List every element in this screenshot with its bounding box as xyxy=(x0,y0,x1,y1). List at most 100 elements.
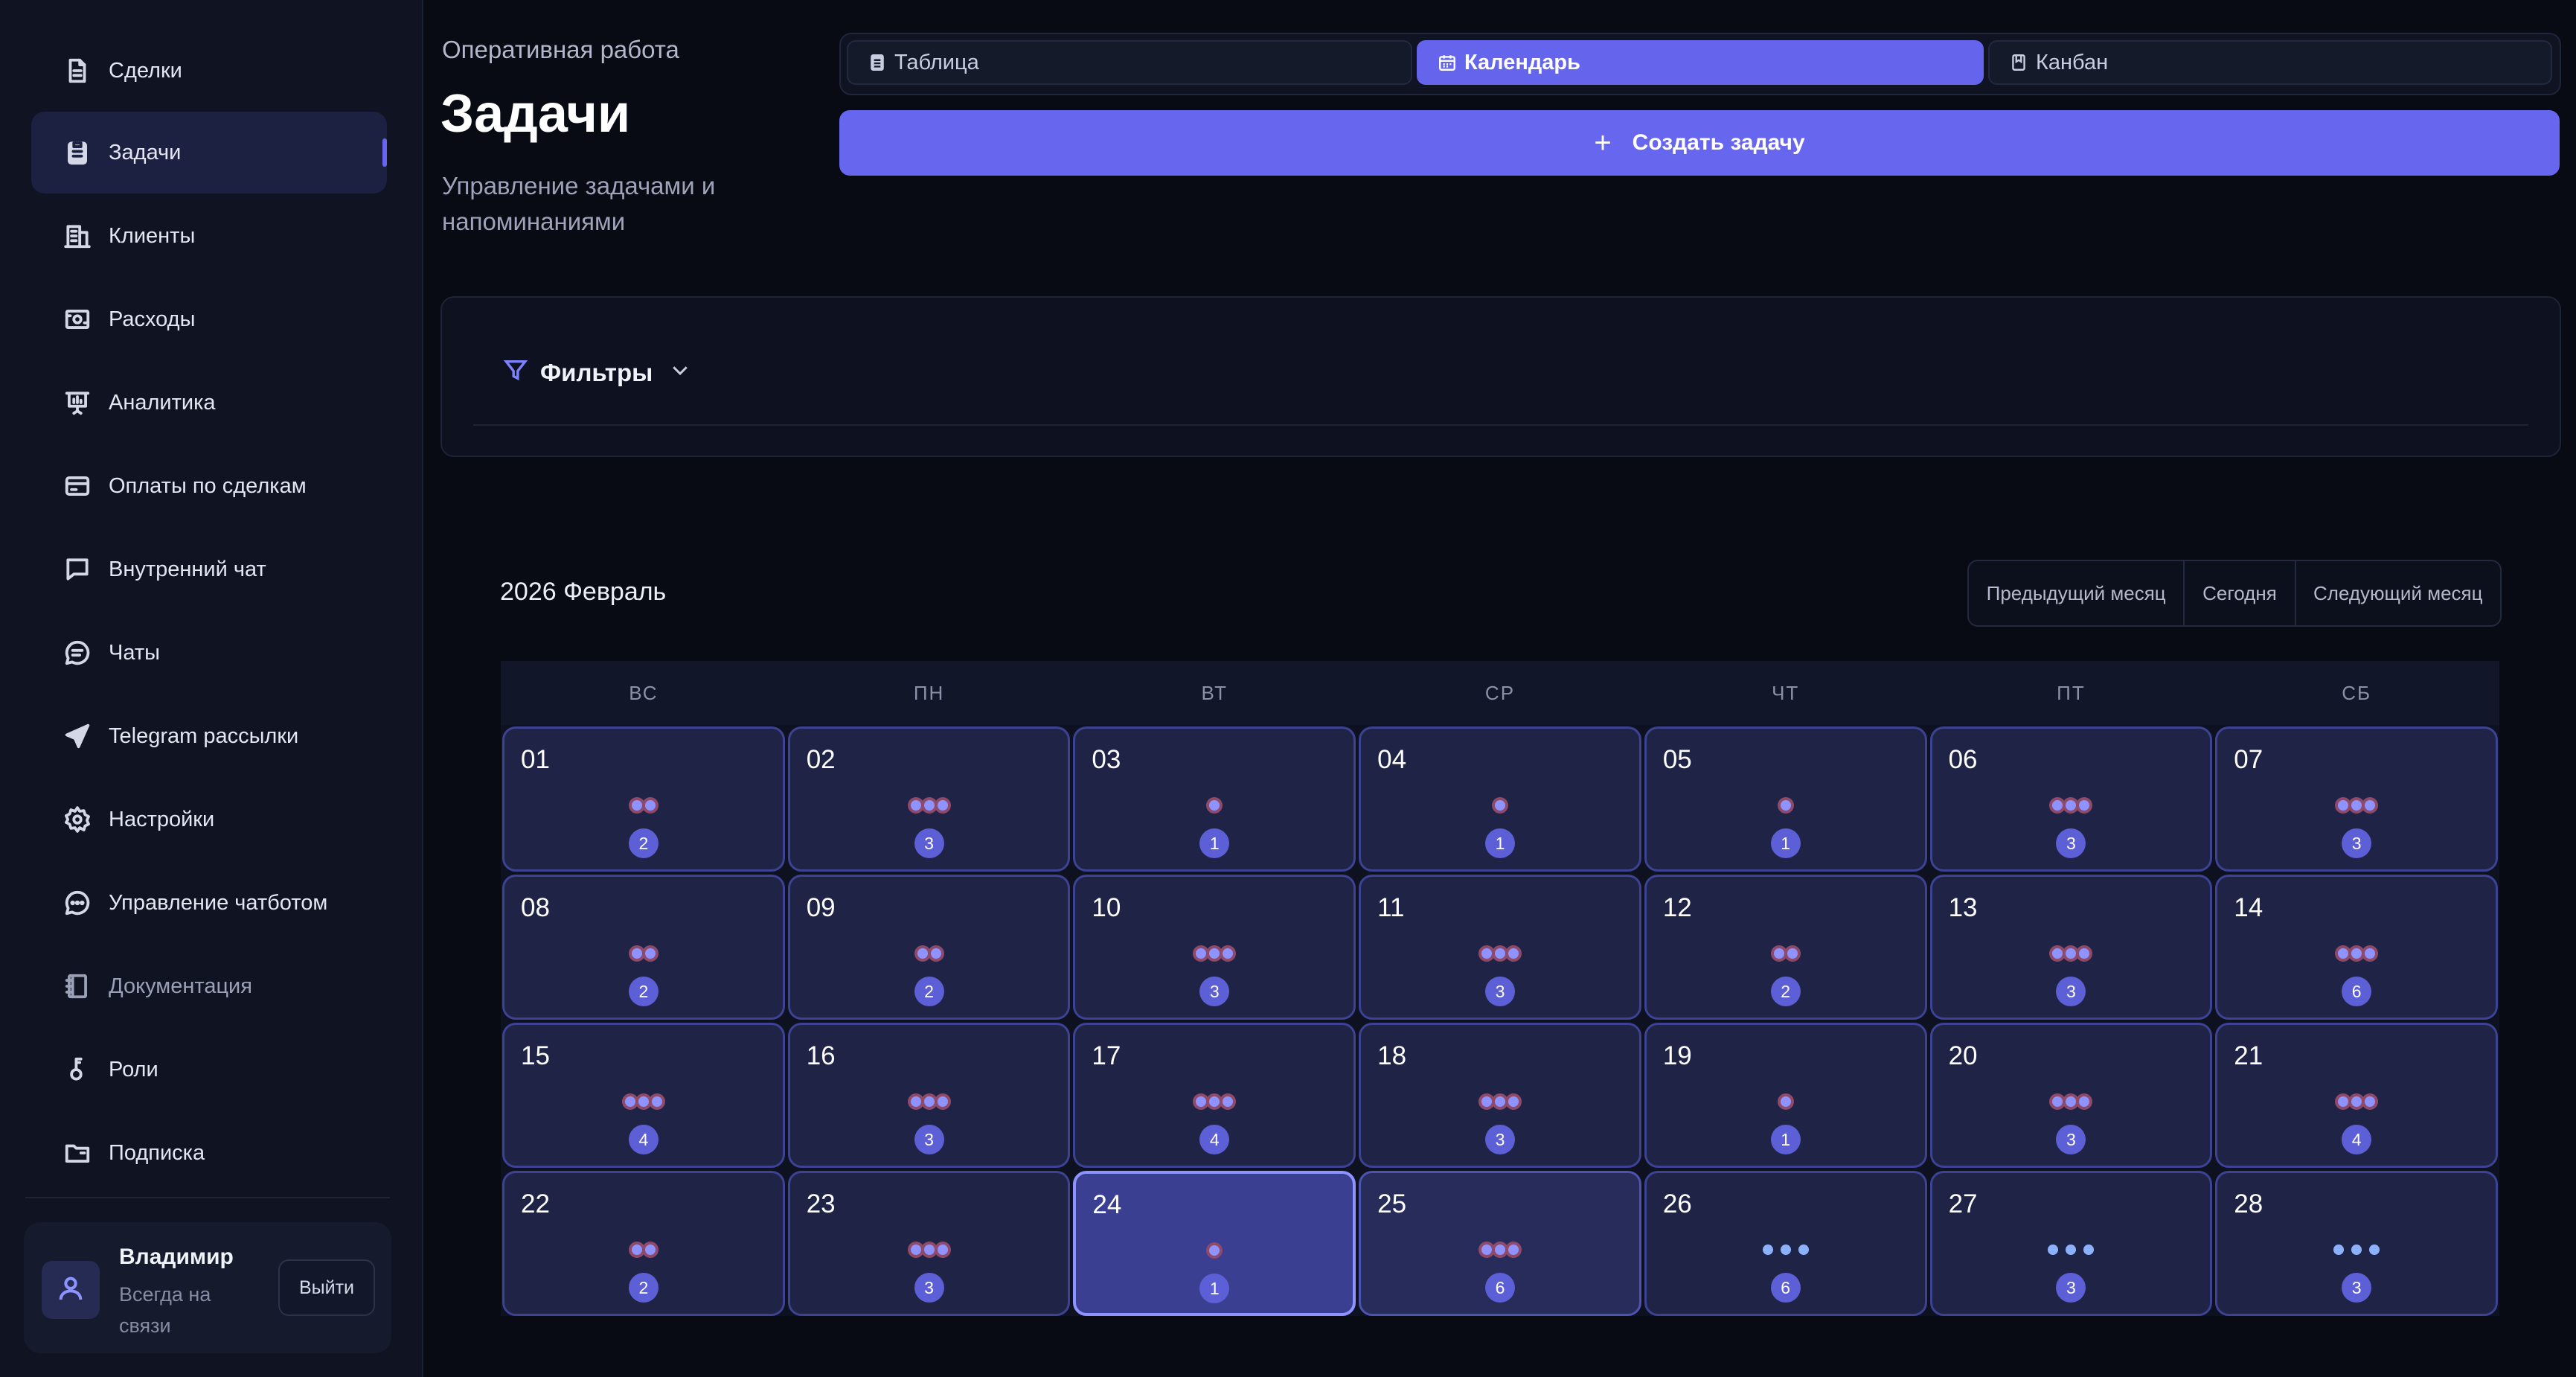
calendar-day[interactable]: 23 3 xyxy=(787,1171,1071,1316)
sidebar-item-settings[interactable]: Настройки xyxy=(31,779,387,860)
task-dot xyxy=(1223,1096,1234,1107)
today-button[interactable]: Сегодня xyxy=(2185,561,2296,625)
calendar-day[interactable]: 21 4 xyxy=(2215,1023,2498,1168)
calendar-day[interactable]: 22 2 xyxy=(502,1171,785,1316)
filters-toggle[interactable]: Фильтры xyxy=(503,357,691,389)
task-dots xyxy=(1361,948,1639,959)
task-dot xyxy=(1481,948,1492,959)
calendar-day[interactable]: 15 4 xyxy=(502,1023,785,1168)
sidebar-item-subscription[interactable]: Подписка xyxy=(31,1112,387,1194)
calendar-day[interactable]: 14 6 xyxy=(2215,875,2498,1020)
create-task-button[interactable]: + Создать задачу xyxy=(839,110,2560,176)
task-dot xyxy=(1209,800,1220,811)
day-number: 22 xyxy=(521,1189,550,1218)
sidebar-item-chatbot[interactable]: Управление чатботом xyxy=(31,862,387,944)
task-dot xyxy=(2338,800,2349,811)
calendar-day[interactable]: 09 2 xyxy=(787,875,1071,1020)
calendar-day[interactable]: 07 3 xyxy=(2215,726,2498,872)
logout-button[interactable]: Выйти xyxy=(278,1259,375,1316)
chatbot-icon xyxy=(61,886,94,919)
task-dot xyxy=(2066,1245,2077,1255)
task-dots xyxy=(504,948,783,959)
sidebar-item-documentation[interactable]: Документация xyxy=(31,945,387,1027)
create-task-label: Создать задачу xyxy=(1632,130,1805,155)
day-number: 13 xyxy=(1948,893,1978,922)
task-dot xyxy=(2066,948,2077,959)
sidebar-item-analytics[interactable]: Аналитика xyxy=(31,362,387,444)
task-dots xyxy=(2217,948,2496,959)
tab-calendar[interactable]: Календарь xyxy=(1417,40,1984,85)
sidebar-item-label: Клиенты xyxy=(109,223,196,248)
sidebar-item-deal-payments[interactable]: Оплаты по сделкам xyxy=(31,445,387,527)
calendar-day[interactable]: 20 3 xyxy=(1929,1023,2213,1168)
calendar-day[interactable]: 03 1 xyxy=(1073,726,1356,872)
kanban-icon xyxy=(2009,53,2028,72)
task-count-badge: 1 xyxy=(1770,1125,1801,1154)
task-dot xyxy=(644,1245,656,1255)
calendar-day[interactable]: 12 2 xyxy=(1644,875,1927,1020)
task-count-badge: 3 xyxy=(914,1125,944,1154)
calendar-day[interactable]: 28 3 xyxy=(2215,1171,2498,1316)
sidebar-item-deals[interactable]: Сделки xyxy=(31,30,387,112)
task-dot xyxy=(1773,948,1784,959)
task-count-badge: 1 xyxy=(1770,828,1801,858)
task-count-badge: 2 xyxy=(628,1273,659,1303)
day-number: 16 xyxy=(806,1041,836,1070)
task-dot xyxy=(1209,1245,1220,1256)
sidebar-item-label: Расходы xyxy=(109,307,196,331)
calendar-day[interactable]: 11 3 xyxy=(1359,875,1641,1020)
calendar-day[interactable]: 06 3 xyxy=(1929,726,2213,872)
calendar-day[interactable]: 18 3 xyxy=(1359,1023,1641,1168)
sidebar-item-clients[interactable]: Клиенты xyxy=(31,195,387,277)
calendar-day[interactable]: 08 2 xyxy=(502,875,785,1020)
task-dot xyxy=(2351,1245,2362,1255)
calendar-day[interactable]: 05 1 xyxy=(1644,726,1927,872)
tab-table[interactable]: Таблица xyxy=(847,40,1412,85)
sidebar-item-telegram[interactable]: Telegram рассылки xyxy=(31,695,387,777)
task-dots xyxy=(2217,1096,2496,1107)
presentation-chart-icon xyxy=(61,386,94,419)
calendar-day-today[interactable]: 24 1 xyxy=(1073,1171,1356,1316)
day-number: 11 xyxy=(1377,893,1405,922)
task-dots xyxy=(1932,1096,2211,1107)
task-dot xyxy=(910,800,921,811)
calendar-day[interactable]: 25 6 xyxy=(1359,1171,1641,1316)
task-dot xyxy=(644,948,656,959)
calendar-day[interactable]: 01 2 xyxy=(502,726,785,872)
calendar-day[interactable]: 19 1 xyxy=(1644,1023,1927,1168)
calendar-day[interactable]: 04 1 xyxy=(1359,726,1641,872)
calendar-day[interactable]: 02 3 xyxy=(787,726,1071,872)
day-number: 09 xyxy=(806,893,836,922)
task-dot xyxy=(1508,1245,1519,1255)
prev-month-button[interactable]: Предыдущий месяц xyxy=(1969,561,2185,625)
sidebar-item-internal-chat[interactable]: Внутренний чат xyxy=(31,528,387,610)
task-dot xyxy=(2052,948,2063,959)
task-dot xyxy=(1494,1096,1505,1107)
task-dot xyxy=(1481,1245,1492,1255)
task-dot xyxy=(923,1096,935,1107)
day-number: 08 xyxy=(521,893,550,922)
task-count-badge: 3 xyxy=(2056,1273,2086,1303)
next-month-button[interactable]: Следующий месяц xyxy=(2296,561,2500,625)
calendar-day[interactable]: 26 6 xyxy=(1644,1171,1927,1316)
day-number: 18 xyxy=(1377,1041,1407,1070)
calendar-day[interactable]: 10 3 xyxy=(1073,875,1356,1020)
sidebar-item-tasks[interactable]: Задачи xyxy=(31,112,387,194)
task-count-badge: 6 xyxy=(2342,977,2372,1006)
task-dot xyxy=(930,948,941,959)
plus-icon: + xyxy=(1594,127,1612,159)
calendar-day[interactable]: 13 3 xyxy=(1929,875,2213,1020)
day-number: 19 xyxy=(1662,1041,1692,1070)
book-icon xyxy=(61,970,94,1003)
sidebar-divider xyxy=(25,1197,390,1198)
sidebar-item-chats[interactable]: Чаты xyxy=(31,612,387,694)
sidebar-item-roles[interactable]: Роли xyxy=(31,1029,387,1111)
calendar-day[interactable]: 17 4 xyxy=(1073,1023,1356,1168)
divider xyxy=(473,424,2528,426)
task-count-badge: 1 xyxy=(1199,828,1230,858)
tab-kanban[interactable]: Канбан xyxy=(1988,40,2552,85)
sidebar-item-label: Подписка xyxy=(109,1140,205,1165)
calendar-day[interactable]: 27 3 xyxy=(1929,1171,2213,1316)
sidebar-item-expenses[interactable]: Расходы xyxy=(31,278,387,360)
calendar-day[interactable]: 16 3 xyxy=(787,1023,1071,1168)
